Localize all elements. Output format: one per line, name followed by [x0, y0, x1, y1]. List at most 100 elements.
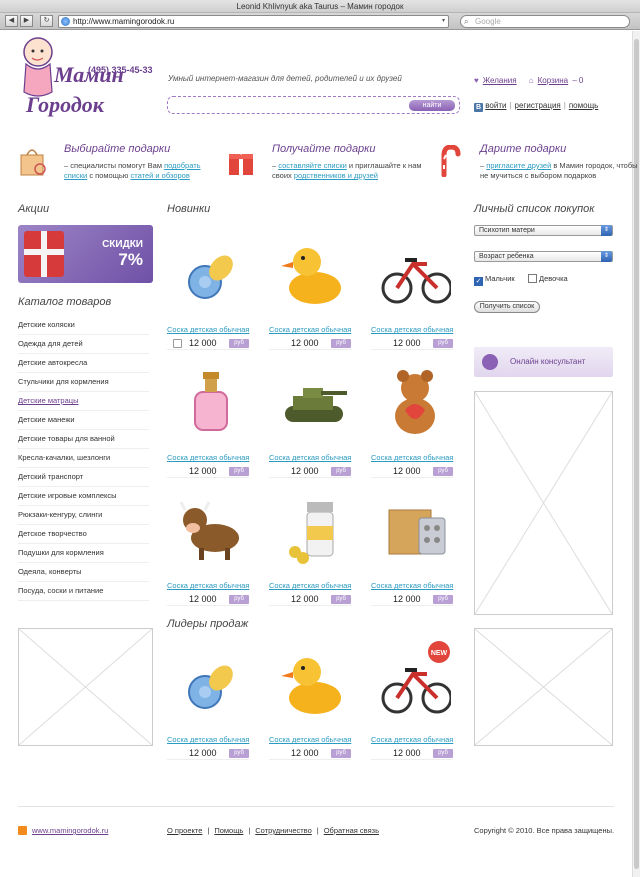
price-row: 12 000 руб — [269, 592, 351, 606]
product-price: 12 000 — [393, 748, 421, 758]
product-name-link[interactable]: Соска детская обычная — [371, 453, 461, 462]
page-scrollbar[interactable] — [632, 31, 640, 877]
header-links: ♥ Желания ⌂ Корзина –0 — [474, 76, 587, 85]
vk-icon[interactable]: В — [474, 103, 483, 112]
footer-coop-link[interactable]: Сотрудничество — [255, 826, 312, 835]
product-card[interactable]: Соска детская обычная 12 000 руб — [371, 230, 463, 360]
duck-icon[interactable] — [277, 640, 349, 728]
forward-icon[interactable]: ▶ — [20, 15, 33, 27]
feature-desc: – специалисты помогут Вам подобрать спис… — [64, 161, 201, 180]
checkbox-box[interactable] — [528, 274, 537, 283]
catalog-item[interactable]: Детские автокресла — [18, 354, 149, 373]
pacifier-icon[interactable] — [175, 640, 247, 728]
product-card[interactable]: Соска детская обычная 12 000 руб — [167, 230, 259, 360]
product-name-link[interactable]: Соска детская обычная — [371, 735, 461, 744]
product-name-link[interactable]: Соска детская обычная — [167, 735, 257, 744]
girl-checkbox[interactable]: Девочка — [528, 274, 568, 283]
catalog-item[interactable]: Стульчики для кормления — [18, 373, 149, 392]
feature-link[interactable]: пригласите друзей — [486, 161, 551, 170]
perfume-icon[interactable] — [175, 358, 247, 446]
gift-icon — [24, 231, 64, 277]
cart-separator: – — [572, 76, 577, 85]
feature-link[interactable]: статей и обзоров — [131, 171, 190, 180]
wishlist-link[interactable]: Желания — [483, 76, 517, 85]
auth-links: В войти | регистрация | помощь — [474, 101, 599, 112]
footer-help-link[interactable]: Помощь — [214, 826, 243, 835]
catalog-item[interactable]: Детские товары для ванной — [18, 430, 149, 449]
catalog-item[interactable]: Детский транспорт — [18, 468, 149, 487]
site-logo[interactable]: Мамин Городок — [18, 34, 158, 120]
product-card[interactable]: Соска детская обычная 12 000 руб — [371, 486, 463, 616]
register-link[interactable]: регистрация — [515, 101, 561, 110]
product-card[interactable]: Соска детская обычная 12 000 руб — [269, 230, 361, 360]
product-card[interactable]: Соска детская обычная 12 000 руб — [167, 640, 259, 770]
product-name-link[interactable]: Соска детская обычная — [269, 325, 359, 334]
product-name-link[interactable]: Соска детская обычная — [371, 581, 461, 590]
boy-checkbox[interactable]: ✓ Мальчик — [474, 274, 515, 286]
search-button[interactable]: найти — [409, 100, 455, 111]
child-age-select[interactable]: Возраст ребенка ⇕ — [474, 251, 613, 262]
catalog-item[interactable]: Детское творчество — [18, 525, 149, 544]
cow-icon[interactable] — [175, 486, 247, 574]
online-consultant-button[interactable]: Онлайн консультант — [474, 347, 613, 377]
product-card[interactable]: Соска детская обычная 12 000 руб — [269, 640, 361, 770]
catalog-item[interactable]: Детские матрацы — [18, 392, 149, 411]
compare-checkbox[interactable] — [173, 339, 182, 348]
reload-icon[interactable]: ↻ — [40, 15, 53, 27]
product-name-link[interactable]: Соска детская обычная — [371, 325, 461, 334]
feature-link[interactable]: родственников и друзей — [294, 171, 378, 180]
discount-banner[interactable]: СКИДКИ 7% — [18, 225, 153, 283]
catalog-item[interactable]: Посуда, соски и питание — [18, 582, 149, 601]
login-link[interactable]: войти — [485, 101, 506, 110]
product-card[interactable]: Соска детская обычная 12 000 руб — [167, 486, 259, 616]
footer-about-link[interactable]: О проекте — [167, 826, 202, 835]
catalog-item[interactable]: Кресла-качалки, шезлонги — [18, 449, 149, 468]
catalog-item[interactable]: Подушки для кормления — [18, 544, 149, 563]
catalog-item[interactable]: Детские манежи — [18, 411, 149, 430]
chevron-down-icon[interactable]: ▾ — [442, 16, 445, 27]
cart-link[interactable]: Корзина — [538, 76, 568, 85]
bicycle-icon[interactable]: NEW — [379, 640, 451, 728]
product-card[interactable]: Соска детская обычная 12 000 руб — [269, 486, 361, 616]
browser-search-input[interactable]: ⌕ Google — [460, 15, 630, 28]
help-link[interactable]: помощь — [569, 101, 598, 110]
tank-icon[interactable] — [277, 358, 349, 446]
product-name-link[interactable]: Соска детская обычная — [269, 735, 359, 744]
mother-type-select[interactable]: Психотип матери ⇕ — [474, 225, 613, 236]
catalog-list: Детские коляски Одежда для детей Детские а… — [18, 316, 149, 601]
bicycle-icon[interactable] — [379, 230, 451, 318]
product-name-link[interactable]: Соска детская обычная — [167, 581, 257, 590]
product-name-link[interactable]: Соска детская обычная — [167, 325, 257, 334]
get-list-button[interactable]: Получить список — [474, 301, 540, 313]
image-placeholder — [474, 628, 613, 746]
back-icon[interactable]: ◀ — [5, 15, 18, 27]
product-card[interactable]: Соска детская обычная 12 000 руб — [371, 358, 463, 488]
product-name-link[interactable]: Соска детская обычная — [269, 581, 359, 590]
medicine-box-icon[interactable] — [379, 486, 451, 574]
site-search-input[interactable]: найти — [167, 96, 460, 114]
address-bar[interactable]: http://www.mamingorodok.ru ▾ — [58, 15, 449, 28]
pacifier-icon[interactable] — [175, 230, 247, 318]
teddy-bear-icon[interactable] — [379, 358, 451, 446]
product-price: 12 000 — [393, 594, 421, 604]
product-name-link[interactable]: Соска детская обычная — [269, 453, 359, 462]
product-card[interactable]: Соска детская обычная 12 000 руб — [269, 358, 361, 488]
currency-badge: руб — [433, 749, 453, 758]
feature-link[interactable]: составляйте списки — [278, 161, 347, 170]
footer-feedback-link[interactable]: Обратная связь — [324, 826, 379, 835]
pill-bottle-icon[interactable] — [277, 486, 349, 574]
footer-site-link[interactable]: www.mamingorodok.ru — [32, 826, 108, 835]
product-card[interactable]: NEW Соска детская обычная 12 000 руб — [371, 640, 463, 770]
gift-box-icon — [229, 148, 253, 175]
catalog-item[interactable]: Одежда для детей — [18, 335, 149, 354]
catalog-item[interactable]: Рюкзаки-кенгуру, слинги — [18, 506, 149, 525]
catalog-item[interactable]: Детские игровые комплексы — [18, 487, 149, 506]
rss-icon[interactable] — [18, 826, 27, 835]
product-name-link[interactable]: Соска детская обычная — [167, 453, 257, 462]
duck-icon[interactable] — [277, 230, 349, 318]
catalog-item[interactable]: Детские коляски — [18, 316, 149, 335]
product-card[interactable]: Соска детская обычная 12 000 руб — [167, 358, 259, 488]
checkbox-box[interactable]: ✓ — [474, 277, 483, 286]
catalog-item[interactable]: Одеяла, конверты — [18, 563, 149, 582]
shopping-list-title: Личный список покупок — [474, 203, 595, 215]
